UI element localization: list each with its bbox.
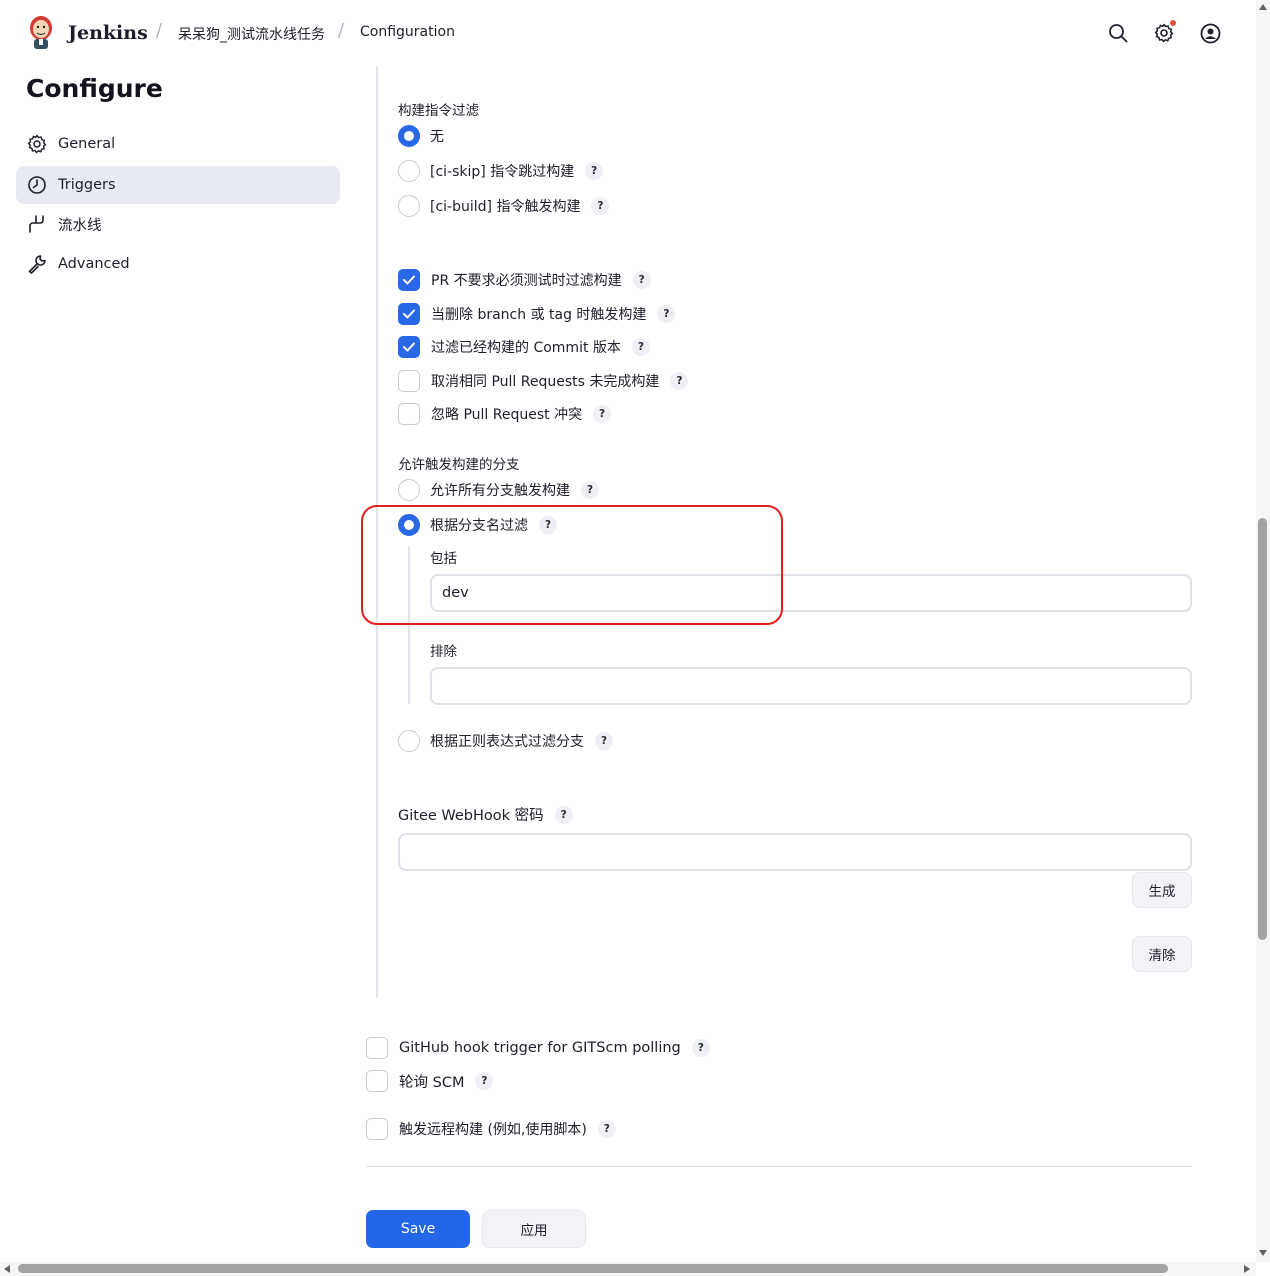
user-account-icon[interactable] — [1199, 22, 1221, 44]
checkbox-delete-branch-tag[interactable]: 当删除 branch 或 tag 时触发构建 ? — [398, 303, 676, 325]
build-filter-option-none[interactable]: 无 — [398, 125, 444, 147]
sidebar-item-general[interactable]: General — [16, 125, 340, 163]
clock-icon — [26, 174, 48, 196]
checkbox[interactable] — [398, 370, 420, 392]
checkbox-label: 忽略 Pull Request 冲突 — [431, 407, 583, 423]
build-filter-option-ci-skip[interactable]: [ci-skip] 指令跳过构建 ? — [398, 160, 604, 182]
build-filter-label: 构建指令过滤 — [398, 103, 479, 119]
checkbox-label: 轮询 SCM — [399, 1074, 465, 1091]
radio-button[interactable] — [398, 479, 420, 501]
option-label: [ci-build] 指令触发构建 — [430, 199, 581, 215]
checkbox-ignore-pr-conflict[interactable]: 忽略 Pull Request 冲突 ? — [398, 403, 612, 425]
page-title: Configure — [26, 74, 163, 103]
sidebar-item-label: General — [58, 136, 116, 152]
breadcrumb-configuration[interactable]: Configuration — [360, 24, 455, 40]
checkbox-label: GitHub hook trigger for GITScm polling — [399, 1040, 681, 1056]
checkbox-label: 取消相同 Pull Requests 未完成构建 — [431, 374, 660, 390]
sidebar-item-label: Triggers — [58, 177, 116, 193]
radio-button[interactable] — [398, 195, 420, 217]
horizontal-scrollbar-thumb[interactable] — [18, 1264, 1168, 1273]
option-label: 根据正则表达式过滤分支 — [430, 734, 584, 750]
checkbox-label: 当删除 branch 或 tag 时触发构建 — [431, 307, 647, 323]
scroll-right-arrow-icon[interactable] — [1244, 1265, 1250, 1273]
save-button[interactable]: Save — [366, 1210, 470, 1248]
checkbox[interactable] — [366, 1118, 388, 1140]
breadcrumb-job[interactable]: 呆呆狗_测试流水线任务 — [178, 24, 325, 44]
help-icon[interactable]: ? — [585, 162, 604, 180]
help-icon[interactable]: ? — [581, 481, 599, 499]
radio-button[interactable] — [398, 730, 420, 752]
pipeline-icon — [26, 213, 48, 235]
exclude-label: 排除 — [430, 644, 457, 660]
checkbox[interactable] — [398, 303, 420, 325]
wrench-icon — [26, 253, 48, 275]
help-icon[interactable]: ? — [554, 805, 573, 824]
help-icon[interactable]: ? — [691, 1039, 710, 1057]
help-icon[interactable]: ? — [593, 405, 612, 423]
help-icon[interactable]: ? — [595, 732, 613, 750]
help-icon[interactable]: ? — [670, 372, 689, 390]
search-icon[interactable] — [1107, 22, 1129, 44]
top-header: Jenkins / 呆呆狗_测试流水线任务 / Configuration — [0, 0, 1256, 66]
webhook-label-row: Gitee WebHook 密码 ? — [398, 804, 573, 825]
branch-trigger-label: 允许触发构建的分支 — [398, 457, 520, 473]
checkbox[interactable] — [398, 336, 420, 358]
build-filter-option-ci-build[interactable]: [ci-build] 指令触发构建 ? — [398, 195, 610, 217]
annotation-highlight-box — [361, 505, 783, 625]
option-label: 允许所有分支触发构建 — [430, 483, 570, 499]
breadcrumb-separator: / — [338, 20, 345, 41]
branch-option-regex[interactable]: 根据正则表达式过滤分支 ? — [398, 730, 613, 752]
clear-button[interactable]: 清除 — [1132, 936, 1192, 972]
webhook-password-input[interactable] — [398, 833, 1192, 871]
sidebar-item-advanced[interactable]: Advanced — [16, 245, 340, 283]
checkbox-pr-filter[interactable]: PR 不要求必须测试时过滤构建 ? — [398, 269, 651, 291]
gear-icon — [26, 133, 48, 155]
vertical-scrollbar-thumb[interactable] — [1258, 518, 1267, 940]
apply-button[interactable]: 应用 — [482, 1210, 586, 1248]
section-divider — [366, 1166, 1192, 1167]
help-icon[interactable]: ? — [631, 338, 650, 356]
manage-gear-icon[interactable] — [1153, 20, 1176, 44]
radio-button[interactable] — [398, 125, 420, 147]
scroll-up-arrow-icon[interactable] — [1259, 4, 1267, 10]
breadcrumb-separator: / — [156, 20, 163, 41]
help-icon[interactable]: ? — [657, 305, 676, 323]
sidebar-item-pipeline[interactable]: 流水线 — [16, 205, 340, 243]
option-label: 无 — [430, 129, 444, 145]
checkbox-label: PR 不要求必须测试时过滤构建 — [431, 273, 622, 289]
help-icon[interactable]: ? — [632, 271, 651, 289]
sidebar-item-triggers[interactable]: Triggers — [16, 166, 340, 204]
checkbox-label: 过滤已经构建的 Commit 版本 — [431, 340, 621, 356]
scroll-left-arrow-icon[interactable] — [4, 1265, 10, 1273]
generate-button[interactable]: 生成 — [1132, 872, 1192, 908]
notification-dot — [1170, 20, 1176, 26]
option-label: [ci-skip] 指令跳过构建 — [430, 164, 575, 180]
help-icon[interactable]: ? — [591, 197, 610, 215]
scroll-down-arrow-icon[interactable] — [1259, 1250, 1267, 1256]
trigger-poll-scm[interactable]: 轮询 SCM ? — [366, 1070, 494, 1092]
sidebar-item-label: 流水线 — [58, 217, 102, 234]
checkbox[interactable] — [366, 1070, 388, 1092]
branch-option-all[interactable]: 允许所有分支触发构建 ? — [398, 479, 599, 501]
exclude-branches-input[interactable] — [430, 667, 1192, 705]
brand-name[interactable]: Jenkins — [68, 22, 148, 44]
checkbox[interactable] — [398, 403, 420, 425]
help-icon[interactable]: ? — [475, 1072, 494, 1090]
webhook-label: Gitee WebHook 密码 — [398, 808, 544, 824]
jenkins-logo-icon[interactable] — [26, 14, 56, 50]
checkbox[interactable] — [398, 269, 420, 291]
radio-button[interactable] — [398, 160, 420, 182]
checkbox-filter-commit[interactable]: 过滤已经构建的 Commit 版本 ? — [398, 336, 650, 358]
trigger-github-hook[interactable]: GitHub hook trigger for GITScm polling ? — [366, 1037, 710, 1059]
checkbox-cancel-pr-builds[interactable]: 取消相同 Pull Requests 未完成构建 ? — [398, 370, 689, 392]
sidebar-item-label: Advanced — [58, 256, 130, 272]
checkbox-label: 触发远程构建 (例如,使用脚本) — [399, 1122, 587, 1138]
trigger-remote-build[interactable]: 触发远程构建 (例如,使用脚本) ? — [366, 1118, 616, 1140]
help-icon[interactable]: ? — [597, 1120, 616, 1138]
checkbox[interactable] — [366, 1037, 388, 1059]
